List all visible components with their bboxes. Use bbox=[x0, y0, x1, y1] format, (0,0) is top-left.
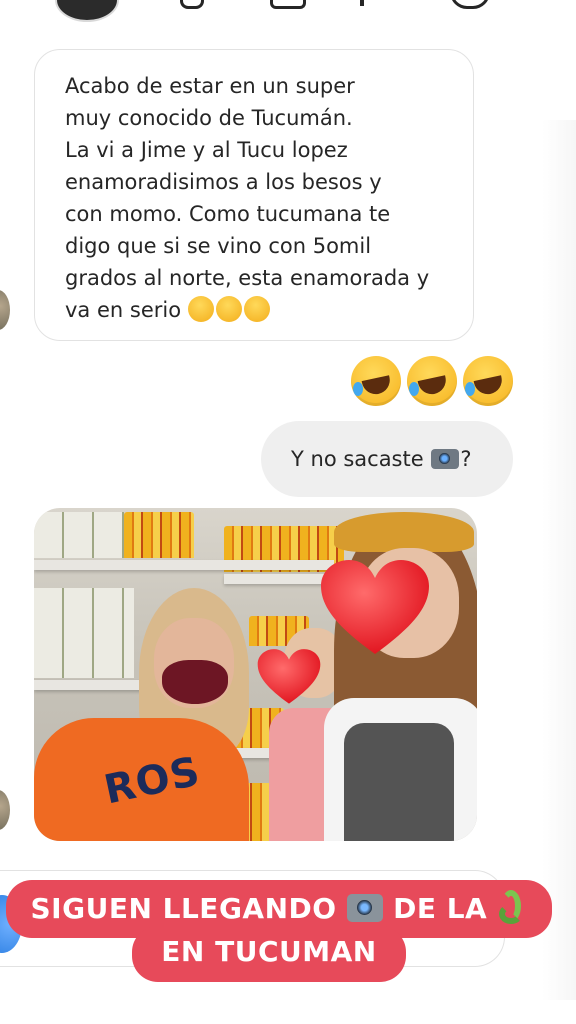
story-screen: Acabo de estar en un super muy conocido … bbox=[0, 0, 576, 1024]
woman-in-orange-shirt: ROS bbox=[34, 588, 264, 841]
caption-text: SIGUEN LLEGANDO bbox=[30, 892, 337, 925]
face-mask bbox=[162, 660, 228, 704]
grinning-squinting-face-icon bbox=[215, 296, 242, 322]
camera-icon bbox=[431, 449, 460, 469]
menu-icon[interactable] bbox=[450, 0, 490, 9]
caption-line-2: EN TUCUMAN bbox=[132, 926, 406, 982]
shelf-products bbox=[124, 512, 194, 558]
shared-photo[interactable]: ROS bbox=[34, 508, 477, 841]
caption-text: DE LA bbox=[393, 892, 488, 925]
sent-message-suffix: ? bbox=[460, 447, 472, 471]
header-icons bbox=[160, 0, 520, 12]
background-strip bbox=[542, 120, 576, 1000]
heart-icon bbox=[257, 649, 321, 704]
snake-icon bbox=[497, 890, 527, 924]
camera-icon bbox=[346, 894, 383, 922]
info-icon[interactable] bbox=[360, 0, 364, 6]
reaction-emoji-row[interactable] bbox=[351, 356, 513, 406]
rolling-on-floor-laughing-icon bbox=[351, 356, 401, 406]
received-message-text: Acabo de estar en un super muy conocido … bbox=[65, 74, 430, 322]
apron bbox=[344, 723, 454, 841]
face-with-hand-over-mouth-icon bbox=[243, 296, 270, 322]
sender-avatar[interactable] bbox=[0, 290, 10, 330]
sent-message-bubble[interactable]: Y no sacaste ? bbox=[261, 421, 513, 497]
message-emojis bbox=[187, 296, 270, 322]
call-icon[interactable] bbox=[180, 0, 204, 9]
heart-icon bbox=[321, 560, 429, 654]
rolling-on-floor-laughing-icon bbox=[407, 356, 457, 406]
header-avatar[interactable] bbox=[55, 0, 119, 22]
sender-avatar[interactable] bbox=[0, 790, 10, 830]
shelf-products bbox=[34, 512, 124, 558]
grinning-squinting-face-icon bbox=[187, 296, 214, 322]
received-message-bubble[interactable]: Acabo de estar en un super muy conocido … bbox=[34, 49, 474, 341]
video-icon[interactable] bbox=[270, 0, 306, 9]
headband bbox=[334, 512, 474, 552]
rolling-on-floor-laughing-icon bbox=[463, 356, 513, 406]
sent-message-text: Y no sacaste bbox=[291, 447, 424, 471]
shelf bbox=[34, 560, 334, 570]
caption-text: EN TUCUMAN bbox=[161, 935, 377, 968]
